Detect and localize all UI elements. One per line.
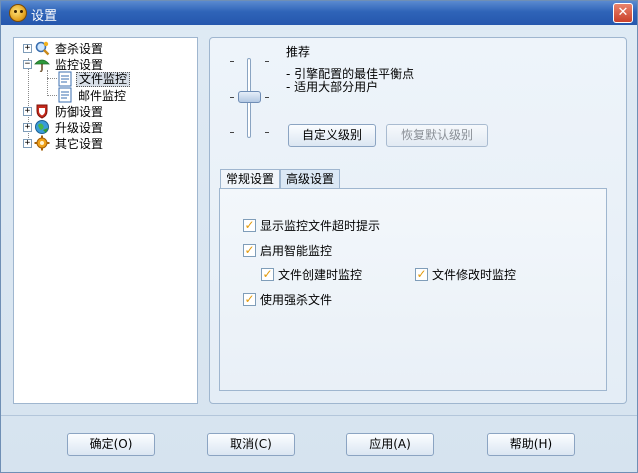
expand-icon[interactable]: + (23, 43, 32, 53)
tab-general-settings[interactable]: 常规设置 (220, 169, 281, 189)
tree-item-label: 防御设置 (55, 104, 104, 119)
help-button[interactable]: 帮助(H) (487, 433, 575, 456)
option-monitor-on-create[interactable]: ✓ 文件创建时监控 (261, 266, 362, 283)
tab-advanced-settings[interactable]: 高级设置 (280, 169, 341, 190)
slider-tick (265, 97, 269, 98)
level-name: 推荐 (286, 45, 311, 59)
slider-thumb[interactable] (238, 91, 261, 103)
slider-tick (230, 132, 234, 133)
tree-connector (47, 95, 57, 96)
option-label: 启用智能监控 (260, 244, 333, 258)
slider-tick (230, 97, 234, 98)
tree-item-defense-settings[interactable]: + 防御设置 (23, 103, 105, 119)
expand-icon[interactable]: + (23, 122, 32, 132)
document-icon (57, 87, 73, 103)
app-logo-icon (9, 4, 27, 22)
tree-item-mail-monitor[interactable]: 邮件监控 (57, 87, 128, 103)
level-description-line: - 适用大部分用户 (286, 80, 379, 94)
option-label: 显示监控文件超时提示 (260, 219, 381, 233)
magnifier-icon (34, 40, 50, 56)
expand-icon[interactable]: + (23, 106, 32, 116)
option-label: 文件创建时监控 (278, 268, 363, 282)
tree-item-label: 监控设置 (55, 57, 104, 72)
footer-divider (1, 415, 637, 416)
window-title: 设置 (31, 9, 58, 24)
expand-icon[interactable]: + (23, 138, 32, 148)
tree-item-label: 文件监控 (76, 71, 131, 87)
tree-connector (47, 78, 57, 79)
option-force-kill-file[interactable]: ✓ 使用强杀文件 (243, 291, 332, 308)
settings-tree: + 查杀设置 − 监控设置 文件监控 邮件监控 + 防御设置 + 升级设置 + … (13, 37, 198, 404)
tree-item-file-monitor[interactable]: 文件监控 (57, 71, 131, 87)
restore-default-level-button[interactable]: 恢复默认级别 (386, 124, 488, 147)
ok-button[interactable]: 确定(O) (67, 433, 155, 456)
collapse-icon[interactable]: − (23, 59, 32, 69)
tree-item-update-settings[interactable]: + 升级设置 (23, 119, 105, 135)
checkbox[interactable]: ✓ (261, 268, 274, 281)
tree-item-monitor-settings[interactable]: − 监控设置 (23, 56, 105, 72)
checkbox[interactable]: ✓ (415, 268, 428, 281)
option-label: 文件修改时监控 (432, 268, 517, 282)
cancel-button[interactable]: 取消(C) (207, 433, 295, 456)
checkbox[interactable]: ✓ (243, 244, 256, 257)
gear-icon (34, 135, 50, 151)
option-show-timeout-tip[interactable]: ✓ 显示监控文件超时提示 (243, 217, 380, 234)
tree-item-other-settings[interactable]: + 其它设置 (23, 135, 105, 151)
settings-window: 设置 ✕ + 查杀设置 − 监控设置 文件监控 邮件监控 + 防御设置 + 升级… (0, 0, 638, 473)
custom-level-button[interactable]: 自定义级别 (288, 124, 376, 147)
tree-item-label: 邮件监控 (78, 88, 127, 103)
shield-icon (34, 103, 50, 119)
tree-item-label: 其它设置 (55, 136, 104, 151)
checkbox[interactable]: ✓ (243, 293, 256, 306)
tree-item-label: 升级设置 (55, 120, 104, 135)
option-smart-monitor[interactable]: ✓ 启用智能监控 (243, 242, 332, 259)
tree-item-scan-settings[interactable]: + 查杀设置 (23, 40, 105, 56)
umbrella-icon (34, 56, 50, 72)
close-button[interactable]: ✕ (613, 3, 633, 23)
apply-button[interactable]: 应用(A) (346, 433, 434, 456)
checkbox[interactable]: ✓ (243, 219, 256, 232)
title-bar: 设置 ✕ (1, 1, 637, 25)
option-label: 使用强杀文件 (260, 293, 333, 307)
slider-tick (230, 61, 234, 62)
globe-icon (34, 119, 50, 135)
option-monitor-on-modify[interactable]: ✓ 文件修改时监控 (415, 266, 516, 283)
slider-tick (265, 61, 269, 62)
slider-tick (265, 132, 269, 133)
tree-connector (47, 70, 48, 96)
tree-item-label: 查杀设置 (55, 41, 104, 56)
document-icon (57, 71, 73, 87)
